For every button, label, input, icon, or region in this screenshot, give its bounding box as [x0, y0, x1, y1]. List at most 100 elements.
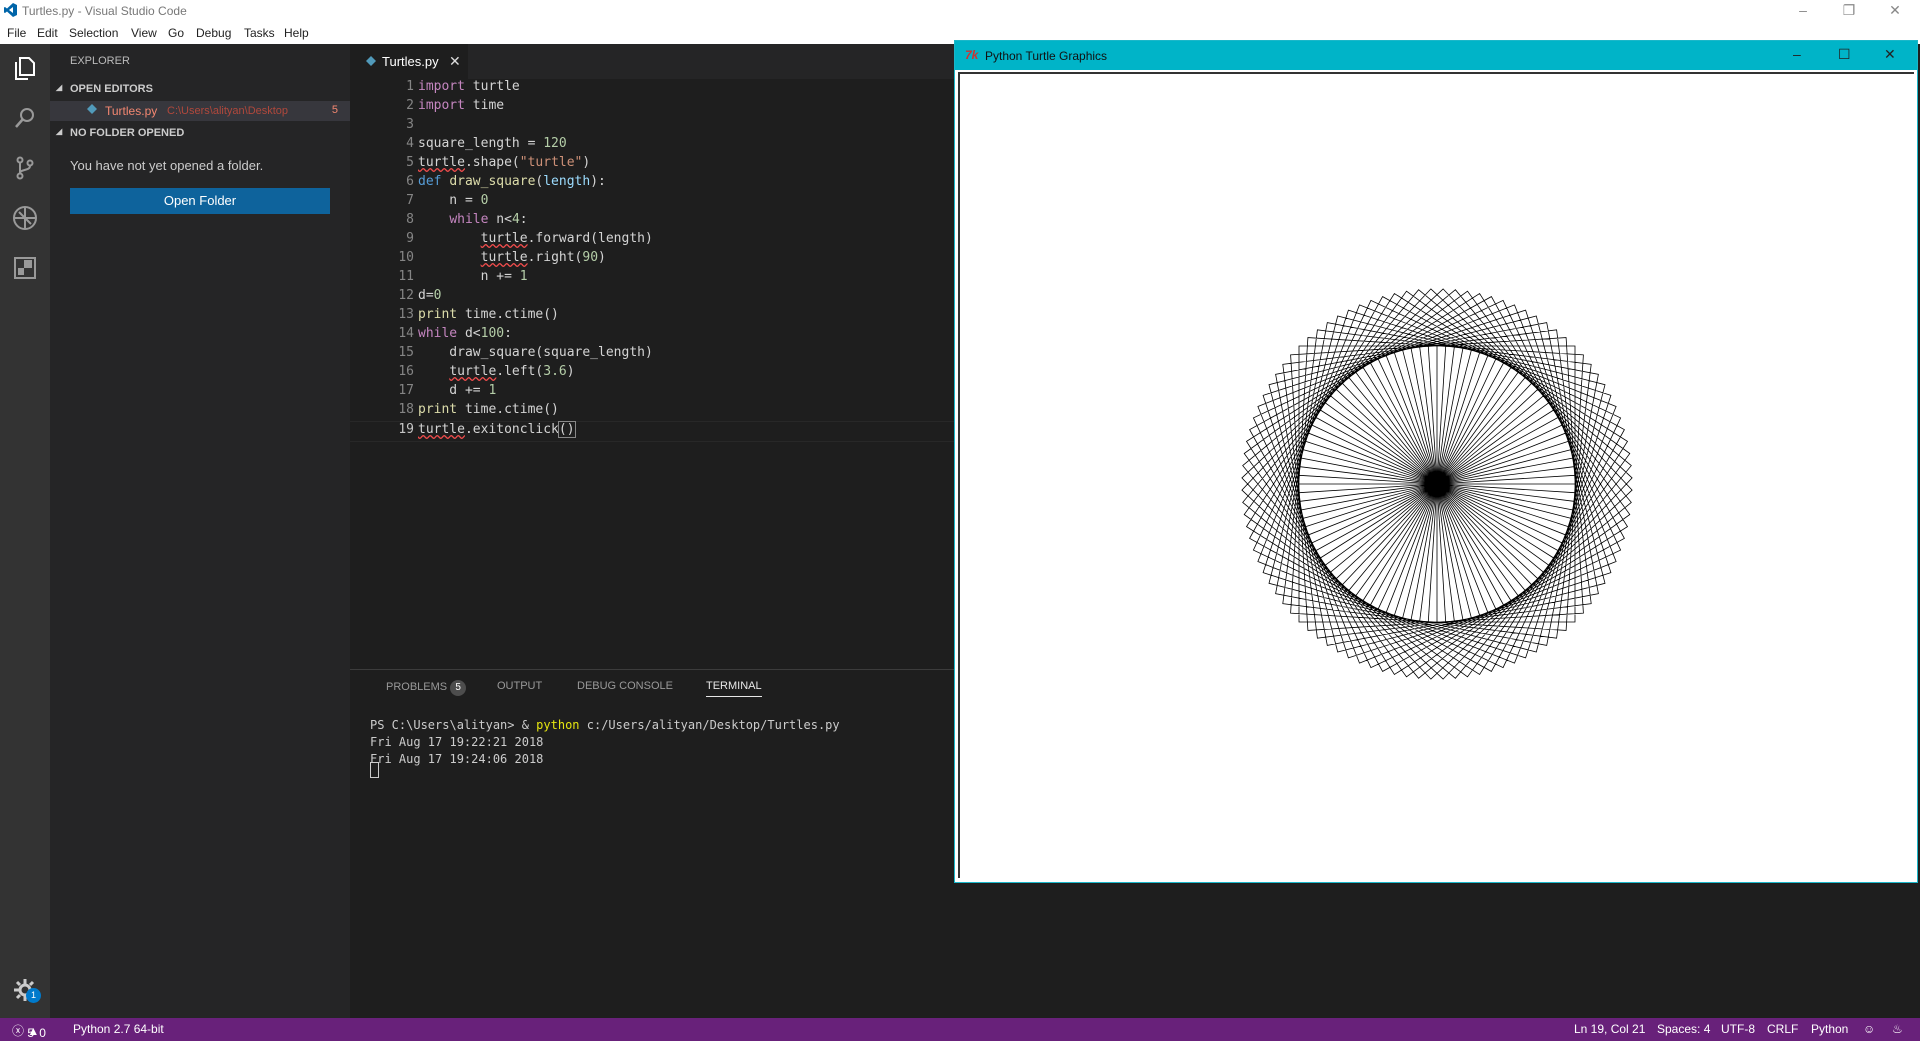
turtle-title-bar: 7k Python Turtle Graphics – ☐ ✕: [955, 41, 1917, 70]
line-number: 18: [398, 402, 414, 417]
tab-turtles-py[interactable]: Turtles.py ✕: [350, 44, 468, 79]
tab-problems-label: PROBLEMS: [386, 681, 448, 693]
turtle-window-title: Python Turtle Graphics: [985, 49, 1108, 63]
code-line: 9 turtle.forward(length): [406, 231, 653, 246]
encoding[interactable]: UTF-8: [1721, 1022, 1755, 1036]
line-number: 14: [398, 326, 414, 341]
line-number: 2: [406, 98, 414, 113]
vscode-logo-icon: [4, 3, 17, 17]
explorer-sidebar: EXPLORER ◢ OPEN EDITORS Turtles.py C:\Us…: [50, 44, 350, 1018]
code-line: 3: [350, 117, 954, 136]
spirograph-squares: [1241, 288, 1633, 680]
extensions-icon[interactable]: [11, 254, 39, 282]
line-number: 9: [406, 231, 414, 246]
close-tab-icon[interactable]: ✕: [449, 53, 461, 70]
line-number: 4: [406, 136, 414, 151]
bottom-panel: PROBLEMS 5 OUTPUT DEBUG CONSOLE TERMINAL …: [350, 669, 954, 1019]
line-ending[interactable]: CRLF: [1767, 1022, 1798, 1036]
explorer-title: EXPLORER: [70, 55, 130, 67]
turtle-canvas[interactable]: [958, 72, 1914, 878]
line-number: 7: [406, 193, 414, 208]
code-editor[interactable]: 1 import turtle 2 import time 3 4 square_le…: [350, 79, 954, 669]
menu-file[interactable]: File: [7, 26, 26, 40]
tab-debug-console[interactable]: DEBUG CONSOLE: [577, 680, 673, 692]
line-number: 5: [406, 155, 414, 170]
collapse-arrow-icon: ◢: [56, 83, 63, 92]
code-line: 11 n += 1: [398, 269, 528, 284]
code-line: 15 draw_square(square_length): [398, 345, 653, 360]
terminal-args: c:/Users/alityan/Desktop/Turtles.py: [579, 718, 840, 732]
line-number: 6: [406, 174, 414, 189]
debug-icon[interactable]: [11, 204, 39, 232]
notifications-bell-icon[interactable]: ♨: [1892, 1022, 1903, 1036]
cursor-position[interactable]: Ln 19, Col 21: [1574, 1022, 1645, 1036]
open-folder-button[interactable]: Open Folder: [70, 188, 330, 214]
line-number: 10: [398, 250, 414, 265]
code-line-current: 19 turtle.exitonclick(): [350, 421, 954, 442]
code-line: 14 while d<100:: [398, 326, 512, 341]
code-line: 8 while n<4:: [406, 212, 528, 227]
code-line: 10 turtle.right(90): [398, 250, 606, 265]
turtle-minimize-button[interactable]: –: [1793, 46, 1801, 62]
menu-debug[interactable]: Debug: [196, 26, 231, 40]
minimize-button[interactable]: –: [1780, 0, 1826, 22]
settings-update-badge: 1: [26, 988, 41, 1003]
line-number: 19: [398, 422, 414, 437]
menu-selection[interactable]: Selection: [69, 26, 118, 40]
code-line: 18 print time.ctime(): [398, 402, 559, 417]
turtle-graphics-window[interactable]: 7k Python Turtle Graphics – ☐ ✕: [954, 40, 1918, 883]
close-button[interactable]: ✕: [1872, 0, 1918, 22]
line-number: 16: [398, 364, 414, 379]
tk-feather-icon: 7k: [965, 48, 979, 62]
terminal-output-1: Fri Aug 17 19:22:21 2018: [370, 735, 544, 749]
tab-terminal[interactable]: TERMINAL: [706, 680, 762, 697]
code-line: 1 import turtle: [406, 79, 520, 94]
open-editor-item[interactable]: Turtles.py C:\Users\alityan\Desktop 5: [50, 101, 350, 121]
activity-bar: 1: [0, 44, 50, 1018]
python-file-icon: [87, 104, 97, 114]
line-number: 12: [398, 288, 414, 303]
restore-button[interactable]: ❐: [1826, 0, 1872, 22]
line-number: 1: [406, 79, 414, 94]
problems-count-badge: 5: [450, 680, 467, 696]
error-count[interactable]: ⓧ 5 ▲ 0: [12, 1022, 46, 1040]
line-number: 17: [398, 383, 414, 398]
open-file-name: Turtles.py: [105, 104, 158, 118]
errors-value: 5: [27, 1026, 35, 1040]
menu-edit[interactable]: Edit: [37, 26, 58, 40]
code-line: 13 print time.ctime(): [398, 307, 559, 322]
menu-tasks[interactable]: Tasks: [244, 26, 275, 40]
feedback-smiley-icon[interactable]: ☺: [1863, 1022, 1875, 1036]
code-line: 2 import time: [406, 98, 505, 113]
terminal-command: python: [536, 718, 580, 732]
indentation[interactable]: Spaces: 4: [1657, 1022, 1710, 1036]
window-title: Turtles.py - Visual Studio Code: [22, 4, 187, 18]
turtle-close-button[interactable]: ✕: [1884, 46, 1896, 63]
menu-go[interactable]: Go: [168, 26, 184, 40]
menu-view[interactable]: View: [131, 26, 157, 40]
python-interpreter[interactable]: Python 2.7 64-bit: [73, 1022, 164, 1036]
menu-help[interactable]: Help: [284, 26, 309, 40]
search-icon[interactable]: [11, 104, 39, 132]
tab-output[interactable]: OUTPUT: [497, 680, 542, 692]
source-control-icon[interactable]: [11, 154, 39, 182]
explorer-icon[interactable]: [11, 54, 39, 82]
no-folder-message: You have not yet opened a folder.: [70, 158, 264, 173]
turtle-drawing: [1241, 288, 1633, 680]
line-number: 8: [406, 212, 414, 227]
tab-problems[interactable]: PROBLEMS 5: [386, 680, 467, 696]
code-line: 16 turtle.left(3.6): [398, 364, 575, 379]
warnings-value: 0: [39, 1026, 46, 1040]
terminal-cursor: [370, 762, 379, 778]
open-editors-label: OPEN EDITORS: [70, 83, 153, 95]
language-mode[interactable]: Python: [1811, 1022, 1848, 1036]
line-number: 11: [398, 269, 414, 284]
status-bar: ⓧ 5 ▲ 0 Python 2.7 64-bit Ln 19, Col 21 …: [0, 1018, 1920, 1041]
editor-tabs: Turtles.py ✕: [350, 44, 954, 79]
terminal-command-line: PS C:\Users\alityan> & python c:/Users/a…: [370, 718, 840, 732]
terminal-output-2: Fri Aug 17 19:24:06 2018: [370, 752, 544, 766]
turtle-maximize-button[interactable]: ☐: [1838, 46, 1851, 63]
code-line: 17 d += 1: [398, 383, 497, 398]
code-line: 5 turtle.shape("turtle"): [406, 155, 591, 170]
python-file-icon: [366, 56, 376, 66]
